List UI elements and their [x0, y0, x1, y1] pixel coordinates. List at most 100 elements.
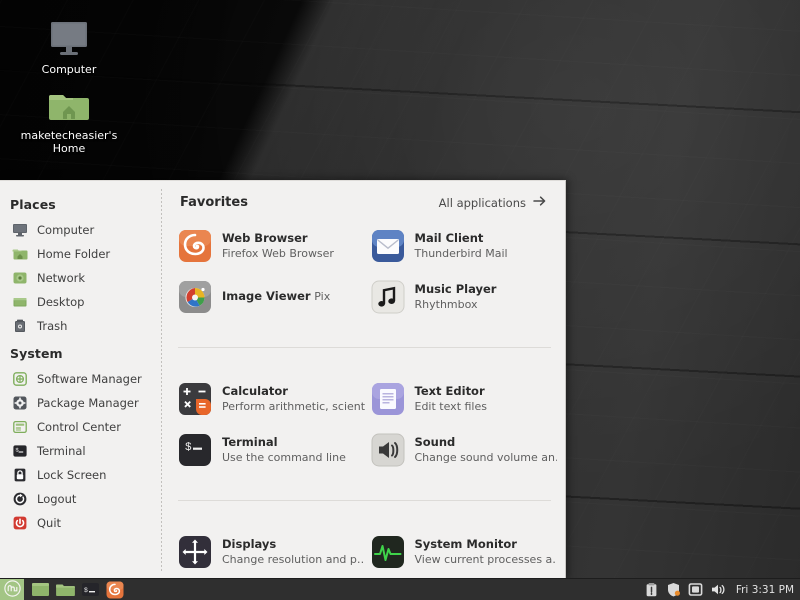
calculator-icon [178, 382, 212, 416]
removable-drive-icon[interactable] [688, 582, 703, 597]
sidebar-item-trash[interactable]: Trash [0, 314, 162, 338]
favorite-music-player[interactable]: Music Player Rhythmbox [365, 271, 558, 322]
sidebar-item-label: Network [37, 271, 85, 285]
sidebar-item-logout[interactable]: Logout [0, 487, 162, 511]
application-menu: Places Computer Home Folder Network Desk… [0, 180, 566, 580]
favorite-desc: Change resolution and p… [222, 553, 365, 566]
favorites-grid: Web Browser Firefox Web Browser Mail Cli… [162, 220, 565, 577]
favorite-sound[interactable]: Sound Change sound volume an… [365, 424, 558, 475]
favorite-mail-client[interactable]: Mail Client Thunderbird Mail [365, 220, 558, 271]
all-applications-button[interactable]: All applications [439, 195, 547, 210]
sidebar-item-network[interactable]: Network [0, 266, 162, 290]
pix-icon [178, 280, 212, 314]
favorite-name: System Monitor [415, 537, 517, 551]
favorite-web-browser[interactable]: Web Browser Firefox Web Browser [172, 220, 365, 271]
sidebar-item-label: Terminal [37, 444, 86, 458]
sidebar-item-home-folder[interactable]: Home Folder [0, 242, 162, 266]
linux-mint-logo-icon [4, 580, 21, 600]
sidebar-item-label: Logout [37, 492, 76, 506]
desktop-icon-computer[interactable]: Computer [14, 14, 124, 76]
places-header: Places [0, 195, 162, 218]
sidebar-item-label: Computer [37, 223, 94, 237]
sidebar-item-software-manager[interactable]: Software Manager [0, 367, 162, 391]
favorites-title: Favorites [180, 195, 248, 210]
mail-icon [371, 229, 405, 263]
folder-icon [56, 582, 75, 597]
firefox-icon [178, 229, 212, 263]
system-tray: Fri 3:31 PM [644, 582, 800, 597]
favorite-name: Terminal [222, 435, 278, 449]
lock-icon [12, 467, 28, 483]
sidebar-item-label: Desktop [37, 295, 84, 309]
text-editor-icon [371, 382, 405, 416]
favorite-system-monitor[interactable]: System Monitor View current processes a… [365, 526, 558, 577]
favorite-image-viewer[interactable]: Image Viewer Pix [172, 271, 365, 322]
svg-text:$: $ [185, 442, 192, 454]
launcher-terminal[interactable]: $ [80, 581, 100, 599]
favorite-name: Text Editor [415, 384, 485, 398]
desktop-icon-home[interactable]: maketecheasier's Home [14, 80, 124, 155]
favorite-name: Mail Client [415, 231, 484, 245]
all-applications-label: All applications [439, 196, 526, 210]
svg-text:$: $ [84, 587, 88, 594]
sidebar-item-label: Quit [37, 516, 61, 530]
favorite-desc: Perform arithmetic, scient… [222, 400, 365, 413]
favorites-separator [178, 500, 551, 501]
taskbar-panel: $ Fri 3:31 PM [0, 578, 800, 600]
sidebar-item-label: Package Manager [37, 396, 139, 410]
favorite-calculator[interactable]: Calculator Perform arithmetic, scient… [172, 373, 365, 424]
sidebar-item-desktop[interactable]: Desktop [0, 290, 162, 314]
sidebar-item-label: Software Manager [37, 372, 142, 386]
home-folder-icon [12, 246, 28, 262]
desktop-icon-label: Computer [14, 63, 124, 76]
terminal-icon: $ [178, 433, 212, 467]
menu-button[interactable] [0, 579, 24, 600]
launcher-firefox[interactable] [105, 581, 125, 599]
computer-monitor-icon [14, 14, 124, 60]
network-icon [12, 270, 28, 286]
update-manager-icon[interactable] [644, 582, 659, 597]
system-header: System [0, 344, 162, 367]
favorite-desc: Rhythmbox [415, 298, 478, 311]
displays-icon [178, 535, 212, 569]
terminal-icon: $ [12, 443, 28, 459]
favorite-name: Displays [222, 537, 276, 551]
sidebar-item-control-center[interactable]: Control Center [0, 415, 162, 439]
panel-launchers: $ [24, 581, 125, 599]
sidebar-item-package-manager[interactable]: Package Manager [0, 391, 162, 415]
sidebar-item-computer[interactable]: Computer [0, 218, 162, 242]
clock[interactable]: Fri 3:31 PM [732, 584, 794, 596]
package-manager-icon [12, 395, 28, 411]
favorite-name: Web Browser [222, 231, 308, 245]
favorite-terminal[interactable]: $ Terminal Use the command line [172, 424, 365, 475]
software-manager-icon [12, 371, 28, 387]
launcher-show-desktop[interactable] [30, 581, 50, 599]
favorite-name: Music Player [415, 282, 497, 296]
arrow-right-icon [533, 195, 547, 210]
menu-sidebar: Places Computer Home Folder Network Desk… [0, 181, 162, 580]
shield-icon[interactable] [666, 582, 681, 597]
favorite-desc: Change sound volume an… [415, 451, 558, 464]
control-center-icon [12, 419, 28, 435]
logout-icon [12, 491, 28, 507]
sidebar-item-label: Control Center [37, 420, 121, 434]
favorite-name: Image Viewer [222, 289, 311, 303]
volume-icon[interactable] [710, 582, 725, 597]
launcher-files[interactable] [55, 581, 75, 599]
sidebar-item-quit[interactable]: Quit [0, 511, 162, 535]
sidebar-item-terminal[interactable]: $ Terminal [0, 439, 162, 463]
favorite-name: Calculator [222, 384, 288, 398]
terminal-icon: $ [81, 582, 100, 597]
favorite-desc: View current processes a… [415, 553, 558, 566]
music-note-icon [371, 280, 405, 314]
sidebar-item-lock-screen[interactable]: Lock Screen [0, 463, 162, 487]
favorite-displays[interactable]: Displays Change resolution and p… [172, 526, 365, 577]
power-icon [12, 515, 28, 531]
favorite-text-editor[interactable]: Text Editor Edit text files [365, 373, 558, 424]
favorite-desc: Thunderbird Mail [415, 247, 508, 260]
system-monitor-icon [371, 535, 405, 569]
favorites-separator [178, 347, 551, 348]
computer-icon [12, 222, 28, 238]
firefox-icon [106, 581, 124, 599]
sidebar-item-label: Trash [37, 319, 67, 333]
